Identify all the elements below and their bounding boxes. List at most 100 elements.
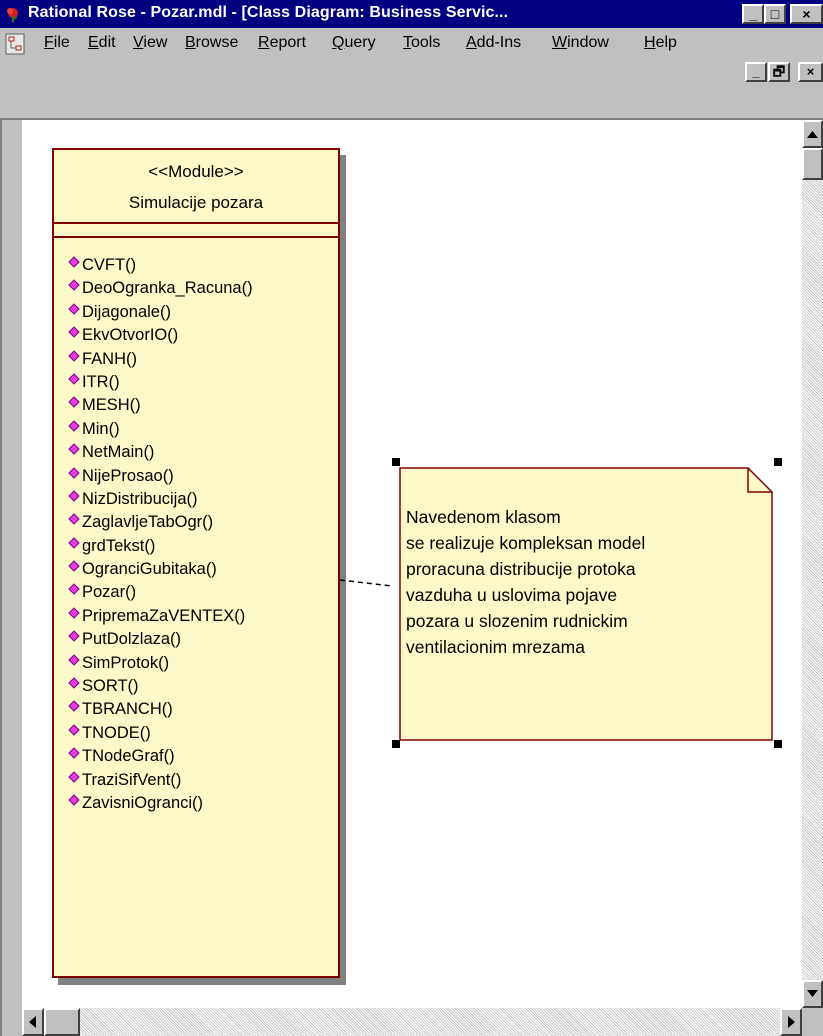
public-operation-icon	[68, 326, 80, 338]
child-restore-button[interactable]: 🗗	[768, 62, 790, 82]
operation-name: SORT()	[82, 677, 139, 696]
operation-item[interactable]: Pozar()	[68, 581, 253, 604]
operation-item[interactable]: SimProtok()	[68, 652, 253, 675]
public-operation-icon	[68, 653, 80, 666]
selection-handle-top-left[interactable]	[392, 458, 400, 466]
public-operation-icon	[68, 349, 80, 362]
selection-handle-bottom-left[interactable]	[392, 740, 400, 748]
vertical-scroll-thumb[interactable]	[802, 148, 823, 180]
class-name: Simulacije pozara	[128, 193, 264, 212]
note-line: Navedenom klasom	[406, 507, 561, 527]
note-line: vazduha u uslovima pojave	[406, 585, 618, 605]
public-operation-icon	[68, 443, 80, 455]
operation-item[interactable]: MESH()	[68, 394, 253, 417]
menu-bar: File Edit View Browse Report Query Tools…	[0, 28, 823, 60]
close-button[interactable]: ×	[790, 4, 823, 24]
operation-item[interactable]: ZaglavljeTabOgr()	[68, 511, 253, 534]
operation-item[interactable]: TNodeGraf()	[68, 745, 253, 768]
operation-item[interactable]: grdTekst()	[68, 535, 253, 558]
public-operation-icon	[68, 303, 80, 315]
class-stereotype: <<Module>>	[148, 162, 244, 181]
horizontal-scroll-thumb[interactable]	[44, 1008, 80, 1036]
diagram-document-icon[interactable]	[5, 33, 25, 55]
operation-item[interactable]: TNODE()	[68, 722, 253, 745]
operation-item[interactable]: EkvOtvorIO()	[68, 324, 253, 347]
menu-file[interactable]: File	[44, 34, 70, 52]
operation-name: TBRANCH()	[82, 700, 173, 719]
menu-query[interactable]: Query	[332, 34, 376, 52]
public-operation-icon	[68, 700, 80, 713]
operation-item[interactable]: CVFT()	[68, 254, 253, 277]
note-anchor-line[interactable]	[340, 576, 400, 596]
child-minimize-icon: _	[752, 64, 760, 79]
operation-name: OgranciGubitaka()	[82, 560, 217, 579]
menu-view[interactable]: View	[133, 34, 167, 52]
operation-item[interactable]: Dijagonale()	[68, 301, 253, 324]
operation-item[interactable]: PripremaZaVENTEX()	[68, 605, 253, 628]
operation-name: Pozar()	[82, 583, 137, 602]
public-operation-icon	[68, 677, 80, 689]
public-operation-icon	[68, 747, 80, 759]
close-icon: ×	[802, 6, 811, 22]
operation-item[interactable]: PutDolzlaza()	[68, 628, 253, 651]
window-title: Rational Rose - Pozar.mdl - [Class Diagr…	[28, 4, 509, 21]
operation-name: grdTekst()	[82, 536, 156, 555]
selection-handle-bottom-right[interactable]	[774, 740, 782, 748]
minimize-icon: _	[749, 6, 757, 22]
scroll-up-button[interactable]	[802, 120, 823, 148]
menu-report[interactable]: Report	[258, 34, 306, 52]
operation-item[interactable]: ZavisniOgranci()	[68, 792, 253, 815]
public-operation-icon	[68, 279, 80, 292]
public-operation-icon	[68, 256, 80, 268]
public-operation-icon	[68, 794, 80, 806]
scroll-left-button[interactable]	[22, 1008, 44, 1036]
operation-item[interactable]: NizDistribucija()	[68, 488, 253, 511]
operation-name: NetMain()	[82, 443, 155, 462]
public-operation-icon	[68, 420, 80, 432]
child-close-button[interactable]: ×	[798, 62, 823, 82]
horizontal-scrollbar[interactable]	[22, 1008, 802, 1036]
child-close-icon: ×	[806, 64, 815, 79]
menu-window[interactable]: Window	[552, 34, 609, 52]
operation-item[interactable]: NijeProsao()	[68, 465, 253, 488]
maximize-button[interactable]: □	[764, 4, 786, 24]
menu-add-ins[interactable]: Add-Ins	[466, 34, 521, 52]
menu-help[interactable]: Help	[644, 34, 677, 52]
operation-item[interactable]: ITR()	[68, 371, 253, 394]
public-operation-icon	[68, 630, 80, 642]
scroll-down-button[interactable]	[802, 980, 823, 1008]
menu-edit[interactable]: Edit	[88, 34, 116, 52]
operation-item[interactable]: Min()	[68, 418, 253, 441]
operation-item[interactable]: DeoOgranka_Racuna()	[68, 277, 253, 300]
operation-name: MESH()	[82, 396, 141, 415]
operation-name: Min()	[82, 419, 120, 438]
operation-item[interactable]: SORT()	[68, 675, 253, 698]
operation-item[interactable]: FANH()	[68, 348, 253, 371]
note-line: se realizuje kompleksan model	[406, 533, 646, 553]
operation-name: NijeProsao()	[82, 466, 174, 485]
scrollbar-corner	[802, 1008, 823, 1036]
rational-rose-app-icon[interactable]	[4, 5, 22, 23]
menu-browse[interactable]: Browse	[185, 34, 238, 52]
operation-name: CVFT()	[82, 256, 137, 274]
public-operation-icon	[68, 396, 80, 409]
class-simulacije-pozara[interactable]: <<Module>> Simulacije pozara CVFT() DeoOg…	[52, 148, 340, 978]
operation-divider	[54, 236, 338, 238]
selection-handle-top-right[interactable]	[774, 458, 782, 466]
minimize-button[interactable]: _	[742, 4, 764, 24]
operation-item[interactable]: OgranciGubitaka()	[68, 558, 253, 581]
menu-tools[interactable]: Tools	[403, 34, 440, 52]
vertical-scrollbar[interactable]	[802, 120, 823, 1008]
operation-name: ZaglavljeTabOgr()	[82, 513, 214, 532]
operation-item[interactable]: NetMain()	[68, 441, 253, 464]
operation-name: FANH()	[82, 349, 137, 368]
operation-item[interactable]: TBRANCH()	[68, 698, 253, 721]
arrow-left-icon	[29, 1016, 36, 1028]
operation-item[interactable]: TraziSifVent()	[68, 769, 253, 792]
scroll-right-button[interactable]	[780, 1008, 802, 1036]
public-operation-icon	[68, 537, 80, 549]
operation-name: PripremaZaVENTEX()	[82, 606, 246, 625]
operation-name: Dijagonale()	[82, 302, 171, 321]
arrow-right-icon	[788, 1016, 795, 1028]
child-minimize-button[interactable]: _	[745, 62, 767, 82]
